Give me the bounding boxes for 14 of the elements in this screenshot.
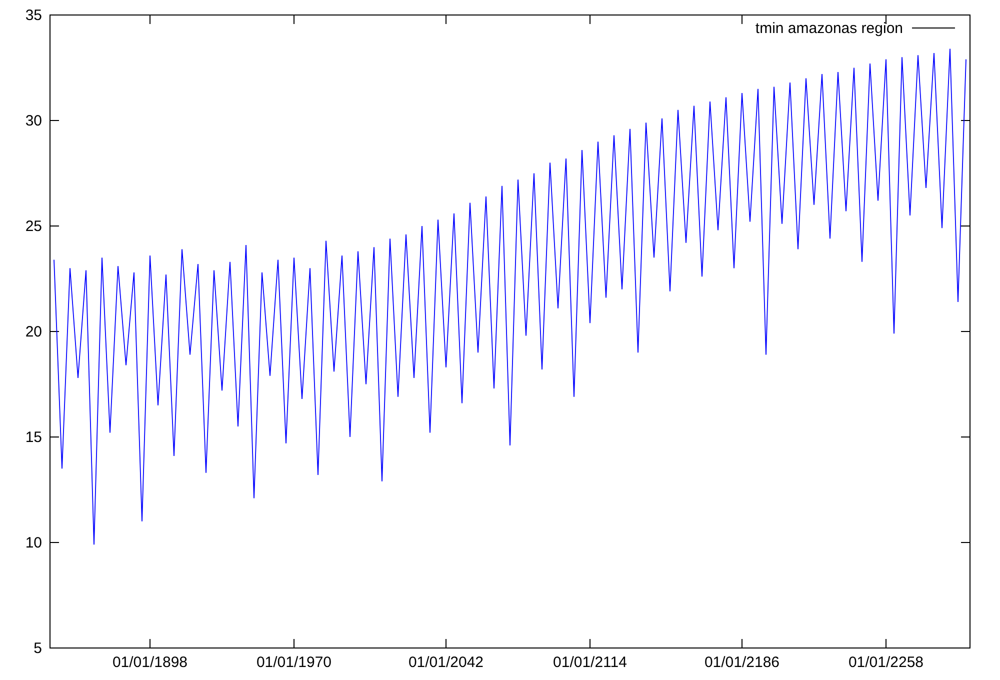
axis-tick-label: 35 <box>25 7 42 24</box>
legend-label: tmin amazonas region <box>755 20 903 37</box>
axis-tick-label: 01/01/2258 <box>848 654 924 671</box>
axis-tick-label: 01/01/2042 <box>408 654 484 671</box>
axis-tick-label: 20 <box>25 324 42 340</box>
axis-tick-label: 15 <box>25 429 42 446</box>
axis-tick-label: 01/01/2186 <box>704 654 780 671</box>
axis-tick-label: 10 <box>25 534 42 552</box>
axis-tick-label: 5 <box>34 640 42 657</box>
axis-tick-label: 30 <box>25 112 42 130</box>
axis-tick-label: 01/01/1898 <box>112 654 188 671</box>
axis-tick-label: 01/01/1970 <box>256 654 332 671</box>
axis-tick-label: 25 <box>25 218 42 235</box>
axis-tick-label: 01/01/2114 <box>553 654 627 671</box>
